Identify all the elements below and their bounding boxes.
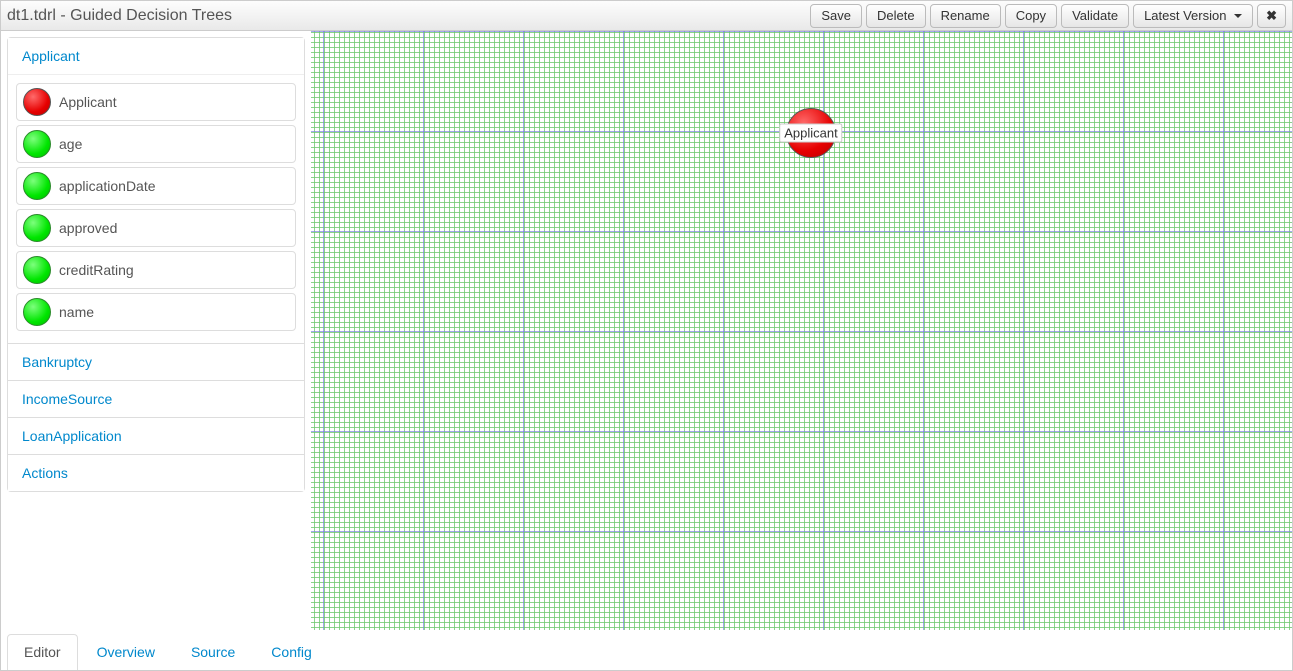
palette-group-heading[interactable]: Actions: [8, 455, 304, 491]
save-button[interactable]: Save: [810, 4, 862, 28]
palette-group-heading[interactable]: IncomeSource: [8, 381, 304, 417]
validate-button[interactable]: Validate: [1061, 4, 1129, 28]
palette-item[interactable]: approved: [16, 209, 296, 247]
palette-group-heading[interactable]: Bankruptcy: [8, 344, 304, 380]
palette-item-label: creditRating: [59, 262, 134, 278]
palette-group-applicant: Applicant Applicant age applicationDa: [8, 38, 304, 343]
palette-item-label: name: [59, 304, 94, 320]
version-dropdown[interactable]: Latest Version: [1133, 4, 1253, 28]
caret-down-icon: [1234, 14, 1242, 18]
app-window: dt1.tdrl - Guided Decision Trees Save De…: [0, 0, 1293, 671]
field-node-icon: [23, 298, 51, 326]
palette-item-label: age: [59, 136, 82, 152]
tree-node-applicant[interactable]: Applicant: [786, 108, 836, 158]
palette-accordion: Applicant Applicant age applicationDa: [7, 37, 305, 492]
tree-node-label: Applicant: [779, 124, 842, 143]
page-title: dt1.tdrl - Guided Decision Trees: [7, 7, 232, 25]
version-dropdown-label: Latest Version: [1144, 8, 1226, 23]
canvas-viewport[interactable]: Applicant: [311, 31, 1292, 630]
palette-item[interactable]: creditRating: [16, 251, 296, 289]
close-icon: ✖: [1266, 8, 1277, 23]
tab-source[interactable]: Source: [174, 634, 252, 670]
editor-toolbar: dt1.tdrl - Guided Decision Trees Save De…: [1, 1, 1292, 31]
decision-tree-canvas[interactable]: Applicant: [311, 31, 1292, 630]
field-node-icon: [23, 214, 51, 242]
copy-button[interactable]: Copy: [1005, 4, 1057, 28]
palette-item-label: approved: [59, 220, 117, 236]
type-node-icon: [23, 88, 51, 116]
palette-group-actions: Actions: [8, 454, 304, 491]
palette-group-heading[interactable]: Applicant: [8, 38, 304, 74]
delete-button[interactable]: Delete: [866, 4, 926, 28]
palette-item[interactable]: Applicant: [16, 83, 296, 121]
palette-item[interactable]: age: [16, 125, 296, 163]
main-area: Applicant Applicant age applicationDa: [1, 31, 1292, 630]
palette-group-incomesource: IncomeSource: [8, 380, 304, 417]
palette-item-label: Applicant: [59, 94, 117, 110]
palette-group-body: Applicant age applicationDate appro: [8, 74, 304, 343]
palette-item[interactable]: name: [16, 293, 296, 331]
field-node-icon: [23, 256, 51, 284]
rename-button[interactable]: Rename: [930, 4, 1001, 28]
tab-overview[interactable]: Overview: [80, 634, 172, 670]
palette-group-bankruptcy: Bankruptcy: [8, 343, 304, 380]
tab-editor[interactable]: Editor: [7, 634, 78, 670]
palette-group-heading[interactable]: LoanApplication: [8, 418, 304, 454]
field-node-icon: [23, 172, 51, 200]
palette-group-loanapplication: LoanApplication: [8, 417, 304, 454]
palette-item[interactable]: applicationDate: [16, 167, 296, 205]
palette-sidebar: Applicant Applicant age applicationDa: [1, 31, 311, 630]
palette-item-label: applicationDate: [59, 178, 156, 194]
close-button[interactable]: ✖: [1257, 4, 1286, 28]
editor-tabs: Editor Overview Source Config: [1, 630, 1292, 670]
tab-config[interactable]: Config: [254, 634, 328, 670]
field-node-icon: [23, 130, 51, 158]
